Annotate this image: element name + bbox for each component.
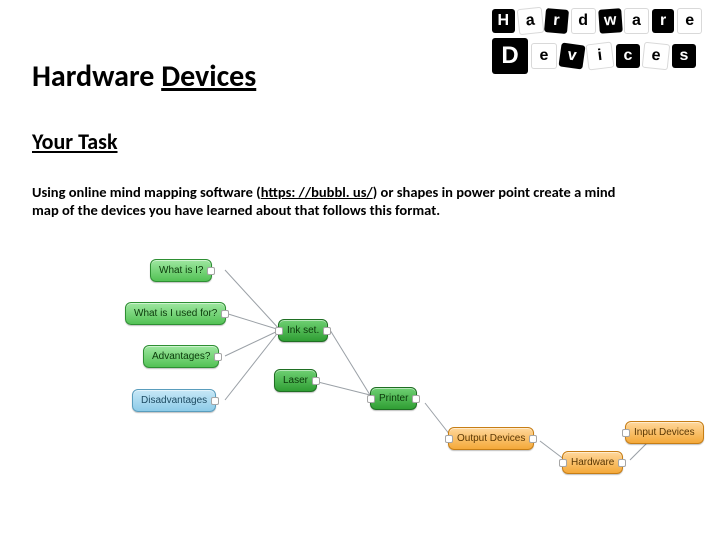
- logo-tile: v: [558, 42, 585, 69]
- hardware-devices-logo: H a r d w a r e D e v i c e s: [492, 8, 702, 80]
- logo-tile: a: [516, 7, 543, 35]
- logo-tile: e: [531, 43, 557, 69]
- bubbl-link[interactable]: https: //bubbl. us/: [261, 183, 373, 201]
- node-label: Hardware: [571, 457, 614, 468]
- mindmap-node: Ink set.: [278, 319, 328, 342]
- node-label: Input Devices: [634, 427, 695, 438]
- mindmap-node: Printer: [370, 387, 417, 410]
- node-label: Printer: [379, 393, 408, 404]
- slide: H a r d w a r e D e v i c e s Hardware D…: [0, 0, 720, 540]
- node-label: Advantages?: [152, 351, 210, 362]
- node-label: Laser: [283, 375, 308, 386]
- mindmap-node: Advantages?: [143, 345, 219, 368]
- logo-tile: c: [616, 44, 640, 68]
- mindmap-node: Disadvantages: [132, 389, 216, 412]
- logo-tile: d: [571, 8, 596, 34]
- logo-tile: r: [652, 9, 675, 33]
- node-label: Output Devices: [457, 433, 525, 444]
- node-label: What is I used for?: [134, 308, 217, 319]
- title-underlined: Devices: [161, 58, 256, 95]
- node-label: Ink set.: [287, 325, 319, 336]
- section-subtitle: Your Task: [32, 128, 118, 155]
- mindmap-node: Output Devices: [448, 427, 534, 450]
- logo-tile: s: [672, 44, 696, 68]
- logo-tile: w: [598, 8, 622, 34]
- mindmap-node: What is I?: [150, 259, 212, 282]
- node-label: Disadvantages: [141, 395, 207, 406]
- logo-tile: H: [492, 9, 515, 33]
- mindmap-node: Laser: [274, 369, 317, 392]
- logo-tile: a: [624, 8, 649, 34]
- node-label: What is I?: [159, 265, 203, 276]
- page-title: Hardware Devices: [32, 58, 256, 95]
- logo-tile: i: [586, 42, 615, 71]
- logo-tile: D: [492, 38, 528, 74]
- logo-tile: r: [544, 8, 569, 34]
- mindmap-node: Input Devices: [625, 421, 704, 444]
- title-plain: Hardware: [32, 58, 161, 95]
- logo-tile: e: [677, 8, 702, 34]
- task-description: Using online mind mapping software (http…: [32, 183, 642, 219]
- mindmap-node: What is I used for?: [125, 302, 226, 325]
- mindmap-illustration: What is I? What is I used for? Advantage…: [30, 235, 690, 505]
- mindmap-node: Hardware: [562, 451, 623, 474]
- body-pre: Using online mind mapping software (: [32, 183, 261, 201]
- logo-tile: e: [642, 42, 671, 71]
